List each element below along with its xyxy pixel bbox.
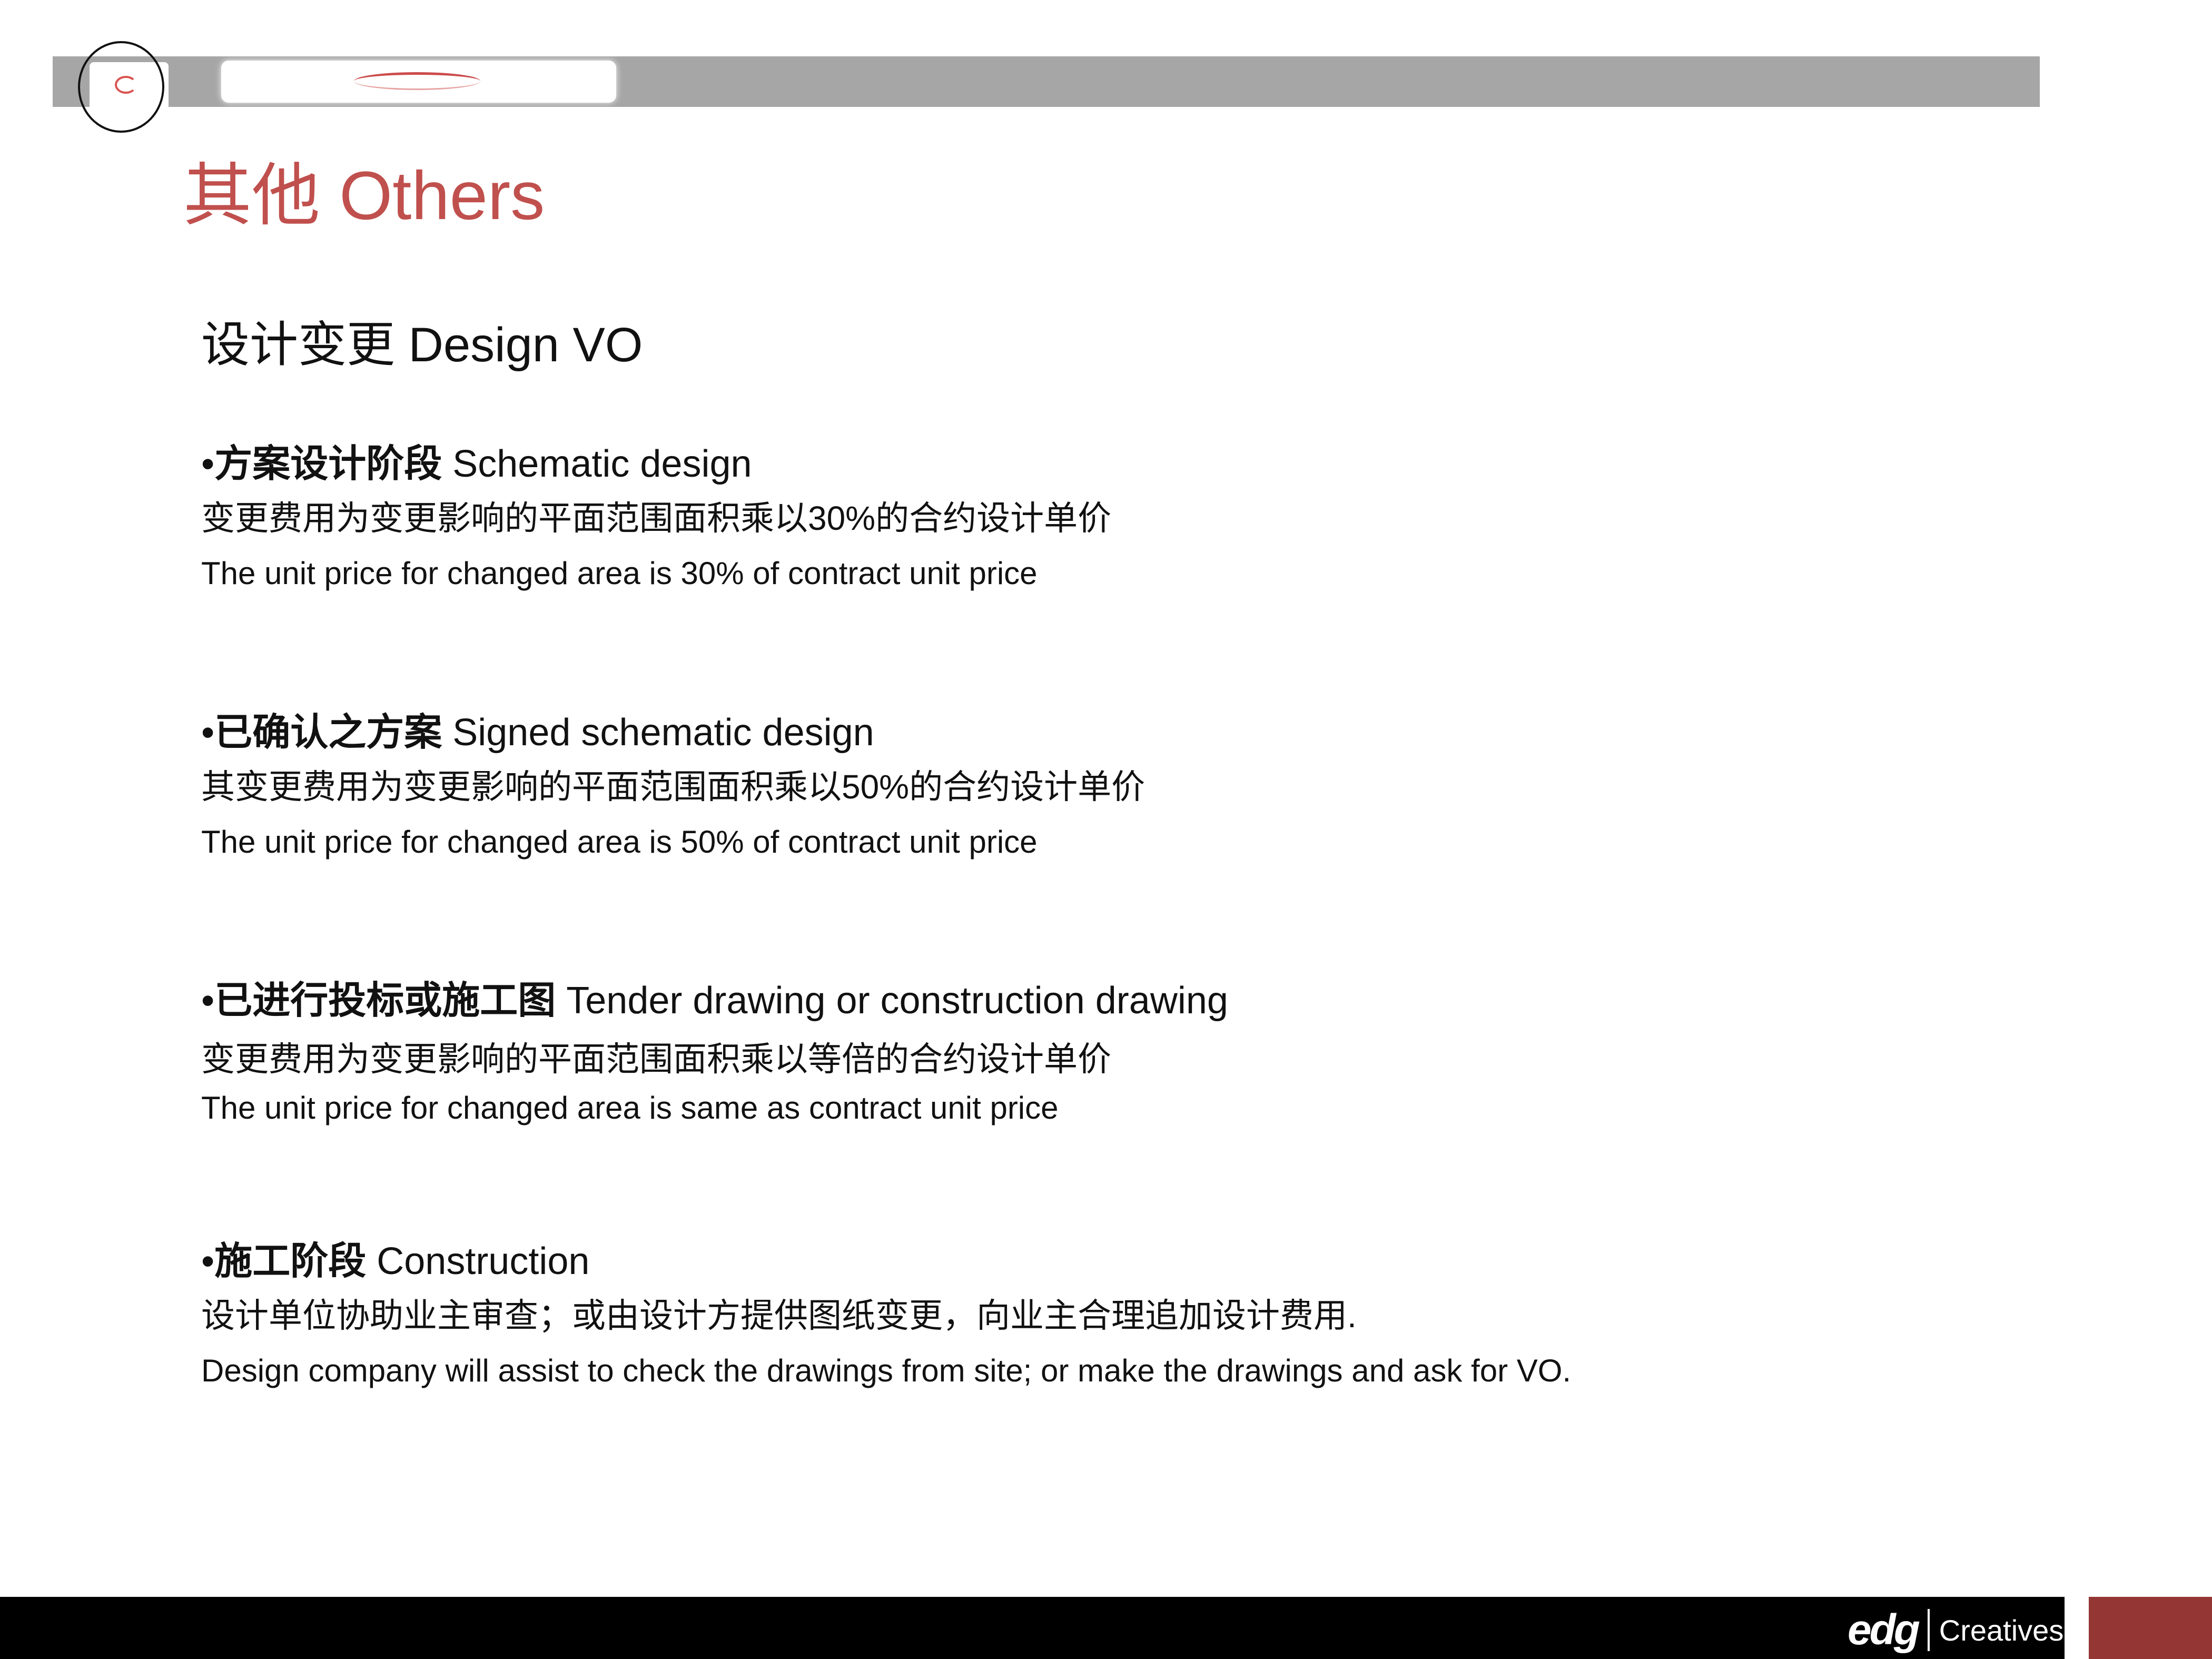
section-title: 设计变更 Design VO [201,318,643,372]
footer-bar [0,1597,2065,1659]
heading-en: Construction [366,1240,590,1282]
item-text-en: The unit price for changed area is 30% o… [201,556,1038,591]
heading-en: Tender drawing or construction drawing [556,980,1228,1022]
item-text-zh: 变更费用为变更影响的平面范围面积乘以等倍的合约设计单价 [201,1040,1111,1079]
item-text-en: The unit price for changed area is 50% o… [201,824,1038,860]
footer-brand: edg [1848,1606,1920,1654]
item-text-zh: 设计单位协助业主审查；或由设计方提供图纸变更，向业主合理追加设计费用. [201,1297,1357,1335]
bullet: • [201,1240,215,1282]
footer-logo: edg Creatives [1848,1606,2063,1654]
item-heading: •方案设计阶段 Schematic design [201,441,1111,487]
logo-circle-icon [78,41,164,133]
item-text-zh: 变更费用为变更影响的平面范围面积乘以30%的合约设计单价 [201,499,1112,538]
item-heading: •已确认之方案 Signed schematic design [201,710,1145,755]
bullet: • [201,980,215,1022]
footer-accent [2089,1597,2212,1659]
page-title: 其他 Others [183,157,545,234]
heading-zh: 已确认之方案 [214,712,442,754]
item-heading: •施工阶段 Construction [201,1239,1571,1284]
heading-zh: 已进行投标或施工图 [214,980,556,1022]
item-schematic: •方案设计阶段 Schematic design 变更费用为变更影响的平面范围面… [201,441,1111,592]
item-signed-schematic: •已确认之方案 Signed schematic design 其变更费用为变更… [201,710,1145,861]
heading-en: Signed schematic design [442,712,874,754]
heading-zh: 方案设计阶段 [214,443,442,485]
item-text-en: The unit price for changed area is same … [201,1090,1059,1126]
item-text-zh: 其变更费用为变更影响的平面范围面积乘以50%的合约设计单价 [201,768,1146,806]
bullet: • [201,712,215,754]
footer-divider [1927,1609,1930,1651]
item-text-en: Design company will assist to check the … [201,1353,1572,1389]
swoosh-icon [354,72,480,90]
heading-zh: 施工阶段 [214,1240,367,1282]
footer-sub: Creatives [1939,1613,2064,1647]
item-tender-drawing: •已进行投标或施工图 Tender drawing or constructio… [201,978,1228,1127]
bullet: • [201,443,215,485]
item-construction: •施工阶段 Construction 设计单位协助业主审查；或由设计方提供图纸变… [201,1239,1571,1390]
item-heading: •已进行投标或施工图 Tender drawing or constructio… [201,978,1228,1023]
heading-en: Schematic design [442,443,752,485]
